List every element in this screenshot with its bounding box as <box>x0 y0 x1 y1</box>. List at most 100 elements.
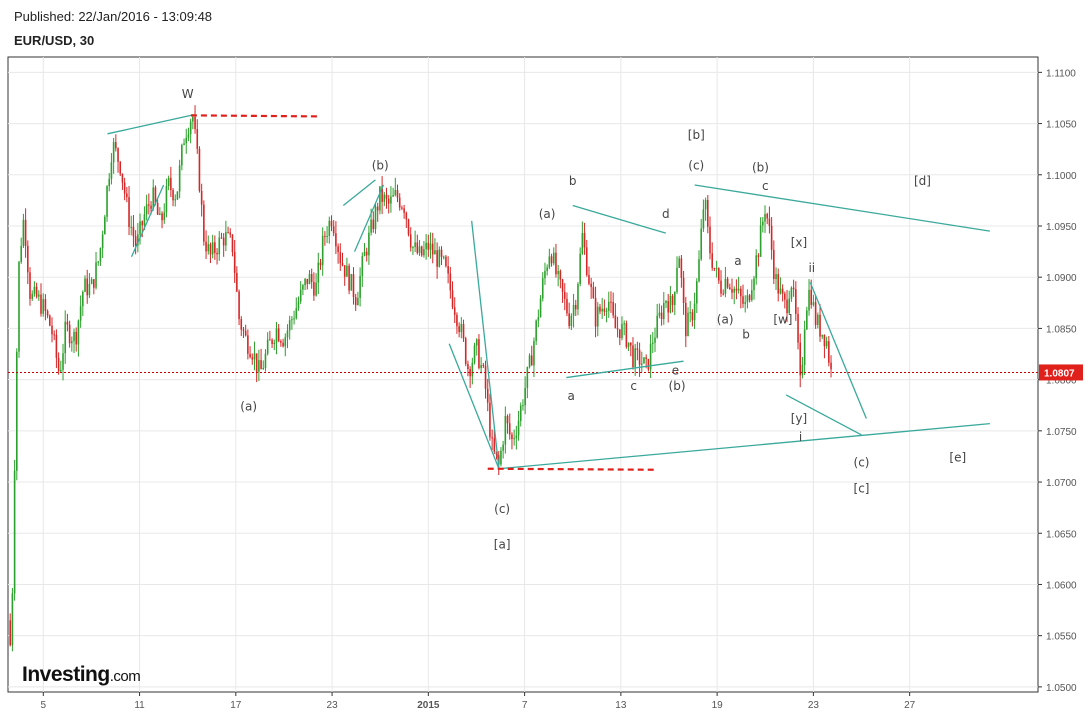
candle-body <box>445 256 447 267</box>
candle-body <box>819 314 821 337</box>
candle-body <box>698 259 700 282</box>
candle-body <box>106 186 108 217</box>
candle-body <box>823 334 826 347</box>
x-tick-label: 23 <box>327 700 339 711</box>
candle-body <box>240 319 243 330</box>
candle-body <box>22 219 25 246</box>
candle-body <box>159 213 161 215</box>
candle-body <box>700 228 702 260</box>
price-chart[interactable]: 1.1100 1.1050 1.1000 1.0950 1.0900 1.0850 1.08… <box>0 0 1091 717</box>
candle-body <box>231 234 234 253</box>
candle-body <box>167 177 170 187</box>
candle-body <box>313 281 315 296</box>
candle-body <box>456 314 458 327</box>
candle-body <box>812 302 815 305</box>
candle-body <box>438 249 441 267</box>
y-tick-label: 1.0650 <box>1046 529 1077 540</box>
candle-body <box>541 278 544 299</box>
x-tick-label: 5 <box>41 700 47 711</box>
candle-body <box>561 279 564 293</box>
candle-body <box>530 355 533 366</box>
y-tick-label: 1.1050 <box>1046 120 1077 131</box>
wave-annotation: (a) <box>539 207 556 221</box>
candle-body <box>225 232 227 246</box>
candle-body <box>227 232 229 234</box>
candle-body <box>335 233 337 247</box>
wave-annotation: [c] <box>854 481 870 495</box>
candle-body <box>95 262 97 288</box>
candle-body <box>145 204 148 215</box>
candle-body <box>185 137 188 144</box>
candle-body <box>115 142 117 149</box>
candle-body <box>742 296 744 304</box>
candle-body <box>282 342 284 347</box>
candle-body <box>799 342 802 376</box>
candle-body <box>779 288 782 294</box>
candle-body <box>409 234 412 248</box>
candle-body <box>86 278 89 296</box>
candle-body <box>764 213 766 222</box>
candle-body <box>504 415 507 445</box>
candle-body <box>528 355 531 367</box>
candle-body <box>315 282 317 296</box>
candle-body <box>198 148 201 191</box>
candle-body <box>544 270 546 279</box>
candle-body <box>447 266 449 274</box>
candle-body <box>258 360 260 372</box>
candle-body <box>16 351 18 471</box>
candle-body <box>31 293 34 299</box>
candle-body <box>660 312 663 320</box>
candle-body <box>40 294 42 314</box>
candle-body <box>233 252 236 273</box>
y-tick-label: 1.1100 <box>1046 68 1076 79</box>
candle-body <box>326 235 328 237</box>
wave-annotation: b <box>742 328 750 342</box>
candle-body <box>792 287 795 290</box>
candle-body <box>38 294 40 297</box>
candle-body <box>238 291 240 320</box>
candle-body <box>266 339 269 354</box>
candle-body <box>128 197 130 228</box>
candle-body <box>766 213 769 219</box>
candle-body <box>20 245 23 262</box>
candle-body <box>407 219 410 235</box>
wave-annotation: (c) <box>688 159 704 173</box>
candle-body <box>143 214 146 226</box>
candle-body <box>291 319 293 321</box>
candle-body <box>214 242 216 253</box>
candle-body <box>374 206 377 230</box>
candle-body <box>119 161 122 174</box>
candle-body <box>687 312 689 337</box>
level-dashed-line <box>487 467 657 471</box>
candle-body <box>550 256 553 264</box>
candle-body <box>262 367 265 370</box>
candle-body <box>489 402 491 438</box>
candle-body <box>82 291 84 307</box>
wave-annotation: [d] <box>914 174 931 188</box>
candle-body <box>405 212 408 220</box>
candle-body <box>339 252 342 264</box>
candle-body <box>330 220 333 227</box>
candle-body <box>401 207 403 209</box>
wave-annotation: [y] <box>791 412 807 426</box>
candle-body <box>253 353 256 360</box>
candle-body <box>746 295 749 303</box>
y-tick-label: 1.0850 <box>1046 324 1077 335</box>
candle-body <box>773 249 775 280</box>
wave-annotation: c <box>762 179 769 193</box>
candle-body <box>755 255 758 279</box>
candle-body <box>27 245 29 273</box>
candle-body <box>618 329 621 339</box>
wave-annotation: (a) <box>240 399 257 413</box>
candle-body <box>718 268 720 281</box>
candle-body <box>269 339 271 341</box>
candle-body <box>398 197 401 208</box>
candle-body <box>370 219 372 233</box>
candle-body <box>302 285 304 290</box>
candle-body <box>354 297 357 306</box>
candle-body <box>183 143 185 145</box>
y-tick-label: 1.1000 <box>1046 171 1077 182</box>
candle-body <box>627 342 630 347</box>
candle-body <box>110 162 113 179</box>
candle-body <box>60 369 62 372</box>
